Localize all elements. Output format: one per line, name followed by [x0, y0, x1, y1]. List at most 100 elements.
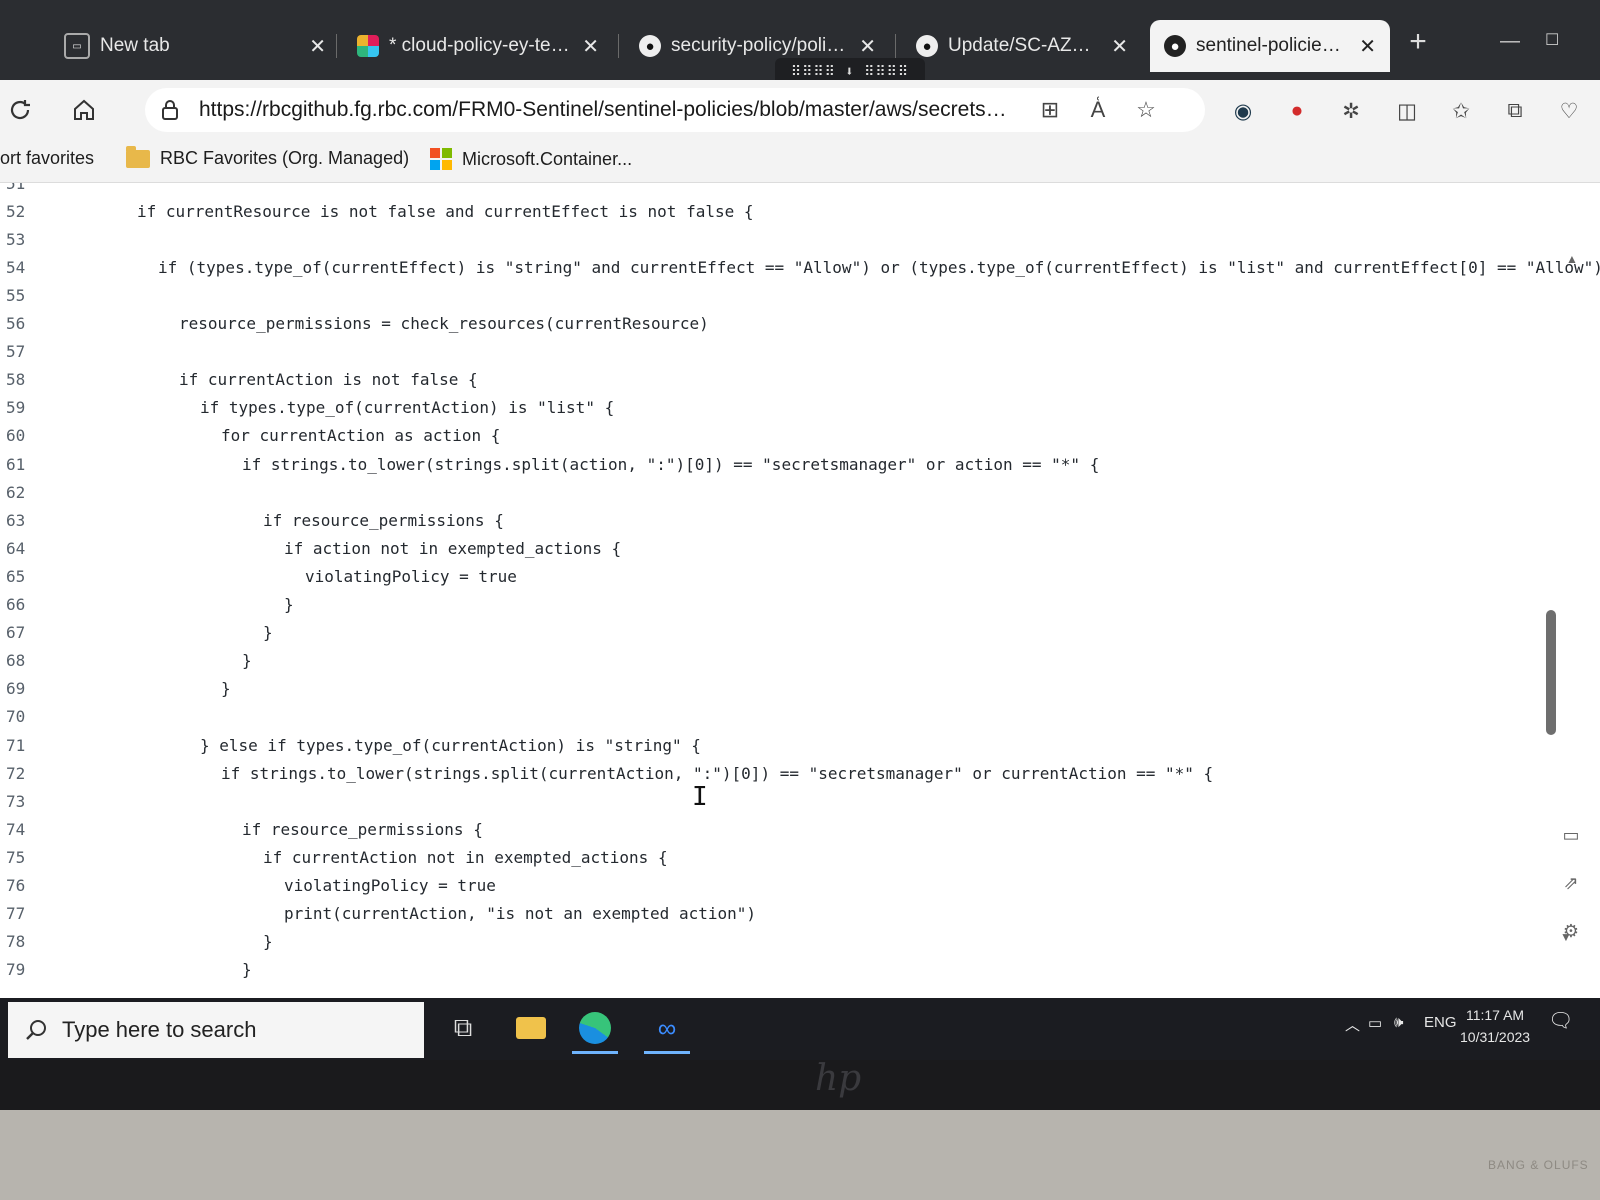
line-number[interactable]: 76 — [6, 876, 46, 895]
code-text: if currentResource is not false and curr… — [137, 201, 754, 221]
newtab-icon: ▭ — [64, 33, 90, 59]
task-view-icon[interactable]: ⧉ — [436, 1004, 490, 1052]
code-line: 55 — [0, 281, 1530, 309]
line-number[interactable]: 56 — [6, 314, 46, 333]
line-number[interactable]: 62 — [6, 483, 46, 502]
code-text: if action not in exempted_actions { — [284, 538, 622, 558]
line-number[interactable]: 66 — [6, 595, 46, 614]
star-icon[interactable]: ☆ — [1129, 93, 1163, 127]
tab-label: sentinel-policies/SC-AWS — [1196, 35, 1350, 56]
close-icon[interactable]: ✕ — [1111, 34, 1128, 59]
line-number[interactable]: 75 — [6, 848, 46, 867]
extensions-icon[interactable]: ✲ — [1334, 94, 1368, 128]
line-number[interactable]: 55 — [6, 286, 46, 305]
code-text: } — [263, 932, 273, 952]
extension-shield-icon[interactable]: ◉ — [1226, 94, 1260, 128]
notification-icon[interactable]: 🗨 — [1548, 1008, 1573, 1033]
taskbar-search-box[interactable]: Type here to search — [8, 1002, 424, 1058]
browser-essentials-icon[interactable]: ♡ — [1552, 94, 1586, 128]
code-text: } — [263, 623, 273, 643]
code-line: 63 if resource_permissions { — [0, 506, 1530, 534]
minimize-icon[interactable]: — — [1500, 30, 1520, 53]
clock[interactable]: 11:17 AM 10/31/2023 — [1460, 1004, 1530, 1048]
line-number[interactable]: 74 — [6, 820, 46, 839]
code-line: 77 print(currentAction, "is not an exempt… — [0, 900, 1530, 928]
line-number[interactable]: 60 — [6, 426, 46, 445]
tab-separator — [895, 34, 896, 58]
close-icon[interactable]: ✕ — [859, 34, 876, 59]
new-tab-button[interactable]: + — [1400, 24, 1436, 60]
split-screen-icon[interactable]: ◫ — [1390, 94, 1424, 128]
favorite-microsoft-container[interactable]: Microsoft.Container... — [430, 148, 632, 170]
language-indicator[interactable]: ENG — [1424, 1014, 1457, 1031]
line-number[interactable]: 64 — [6, 539, 46, 558]
tab-sentinel-policies[interactable]: ● sentinel-policies/SC-AWS ✕ — [1150, 20, 1390, 72]
slack-icon — [357, 35, 379, 57]
close-icon[interactable]: ✕ — [309, 34, 326, 59]
close-icon[interactable]: ✕ — [582, 34, 599, 59]
code-line: 51 — [0, 183, 1530, 197]
line-number[interactable]: 70 — [6, 707, 46, 726]
code-text: violatingPolicy = true — [284, 876, 496, 895]
tab-slack[interactable]: * cloud-policy-ey-team - ✕ — [343, 20, 613, 72]
favorite-rbc-folder[interactable]: RBC Favorites (Org. Managed) — [126, 145, 409, 169]
code-text: if (types.type_of(currentEffect) is "str… — [158, 257, 1600, 277]
code-line: 56 resource_permissions = check_resources… — [0, 310, 1530, 338]
line-number[interactable]: 78 — [6, 932, 46, 951]
line-number[interactable]: 53 — [6, 230, 46, 249]
open-external-icon[interactable]: ⇗ — [1556, 868, 1586, 898]
tab-update-azure[interactable]: ● Update/SC-AZURE-FIREW ✕ — [902, 20, 1142, 72]
line-number[interactable]: 72 — [6, 764, 46, 783]
tab-separator — [336, 34, 337, 58]
line-number[interactable]: 67 — [6, 623, 46, 642]
code-line: 69} — [0, 675, 1530, 703]
line-number[interactable]: 68 — [6, 651, 46, 670]
github-icon: ● — [639, 35, 661, 57]
code-line: 64 if action not in exempted_actions { — [0, 534, 1530, 562]
lock-icon[interactable] — [159, 99, 181, 121]
line-number[interactable]: 79 — [6, 960, 46, 979]
code-text: print(currentAction, "is not an exempted… — [284, 904, 757, 924]
url-text[interactable]: https://rbcgithub.fg.rbc.com/FRM0-Sentin… — [199, 98, 1019, 122]
line-number[interactable]: 51 — [6, 183, 46, 193]
settings-gear-icon[interactable]: ⚙ — [1556, 916, 1586, 946]
line-number[interactable]: 61 — [6, 455, 46, 474]
line-number[interactable]: 69 — [6, 679, 46, 698]
vertical-scrollbar[interactable] — [1527, 243, 1541, 923]
extension-record-icon[interactable]: ● — [1280, 94, 1314, 128]
show-hidden-icons-icon[interactable]: ︿ — [1345, 1014, 1360, 1035]
code-text: if currentAction is not false { — [179, 370, 478, 390]
line-number[interactable]: 54 — [6, 258, 46, 277]
github-icon: ● — [916, 35, 938, 57]
folder-icon — [126, 145, 150, 168]
line-number[interactable]: 71 — [6, 736, 46, 755]
collections-icon[interactable]: ⧉ — [1498, 94, 1532, 128]
line-number[interactable]: 52 — [6, 202, 46, 221]
sidebar-toggle-icon[interactable]: ▭ — [1556, 820, 1586, 850]
close-icon[interactable]: ✕ — [1359, 34, 1376, 59]
edge-browser-icon[interactable] — [568, 1004, 622, 1054]
file-explorer-icon[interactable] — [504, 1004, 558, 1052]
line-number[interactable]: 63 — [6, 511, 46, 530]
line-number[interactable]: 73 — [6, 792, 46, 811]
app-available-icon[interactable]: ⊞ — [1033, 93, 1067, 127]
home-icon[interactable] — [66, 92, 102, 128]
scroll-up-icon[interactable]: ▲ — [1566, 252, 1578, 266]
meta-app-icon[interactable]: ∞ — [640, 1004, 694, 1054]
line-number[interactable]: 65 — [6, 567, 46, 586]
line-number[interactable]: 59 — [6, 398, 46, 417]
favorite-import[interactable]: ort favorites — [0, 148, 94, 169]
favorites-icon[interactable]: ✩ — [1444, 94, 1478, 128]
scrollbar-thumb[interactable] — [1546, 610, 1556, 735]
volume-icon[interactable]: 🕪 — [1394, 1014, 1403, 1031]
maximize-icon[interactable]: ☐ — [1545, 30, 1559, 50]
read-aloud-icon[interactable]: A͑ — [1081, 93, 1115, 127]
address-bar[interactable]: https://rbcgithub.fg.rbc.com/FRM0-Sentin… — [145, 88, 1205, 132]
line-number[interactable]: 77 — [6, 904, 46, 923]
refresh-icon[interactable] — [2, 92, 38, 128]
tab-new-tab[interactable]: ▭ New tab ✕ — [50, 20, 340, 72]
windows-taskbar: Type here to search ⧉ ∞ ︿ ▭ 🕪 ENG 11:17 … — [0, 998, 1600, 1060]
network-icon[interactable]: ▭ — [1368, 1014, 1382, 1032]
line-number[interactable]: 58 — [6, 370, 46, 389]
line-number[interactable]: 57 — [6, 342, 46, 361]
